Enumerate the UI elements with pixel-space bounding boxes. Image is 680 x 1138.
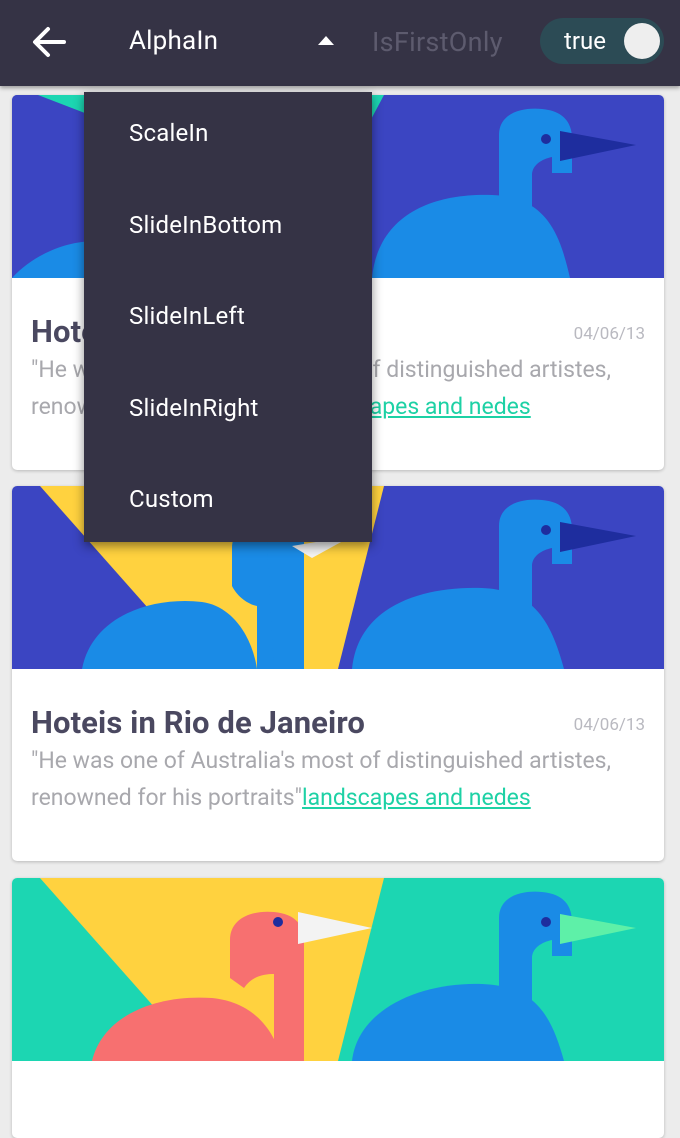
card-date: 04/06/13: [573, 324, 645, 344]
first-only-toggle-text: true: [564, 27, 606, 55]
menu-item-slide-in-left[interactable]: SlideInLeft: [84, 275, 372, 367]
card-title: Hoteis in Rio de Janeiro: [31, 704, 365, 741]
card-image-bird-illustration: [12, 878, 664, 1061]
card-date: 04/06/13: [573, 715, 645, 735]
animation-dropdown-menu: ScaleIn SlideInBottom SlideInLeft SlideI…: [84, 92, 372, 542]
menu-item-slide-in-right[interactable]: SlideInRight: [84, 367, 372, 459]
back-button[interactable]: [26, 22, 72, 62]
first-only-label: IsFirstOnly: [372, 26, 503, 58]
menu-item-custom[interactable]: Custom: [84, 458, 372, 550]
arrow-left-icon: [33, 27, 66, 57]
menu-item-slide-in-bottom[interactable]: SlideInBottom: [84, 184, 372, 276]
toolbar: AlphaIn IsFirstOnly true: [0, 0, 680, 86]
toggle-knob: [624, 23, 660, 59]
animation-spinner-value: AlphaIn: [129, 26, 219, 56]
caret-up-icon: [318, 36, 334, 45]
menu-item-scale-in[interactable]: ScaleIn: [84, 92, 372, 184]
card-description: "He was one of Australia's most of disti…: [31, 742, 631, 816]
first-only-toggle[interactable]: true: [540, 18, 664, 64]
card[interactable]: [12, 878, 664, 1138]
card-link[interactable]: landscapes and nedes: [302, 784, 531, 811]
